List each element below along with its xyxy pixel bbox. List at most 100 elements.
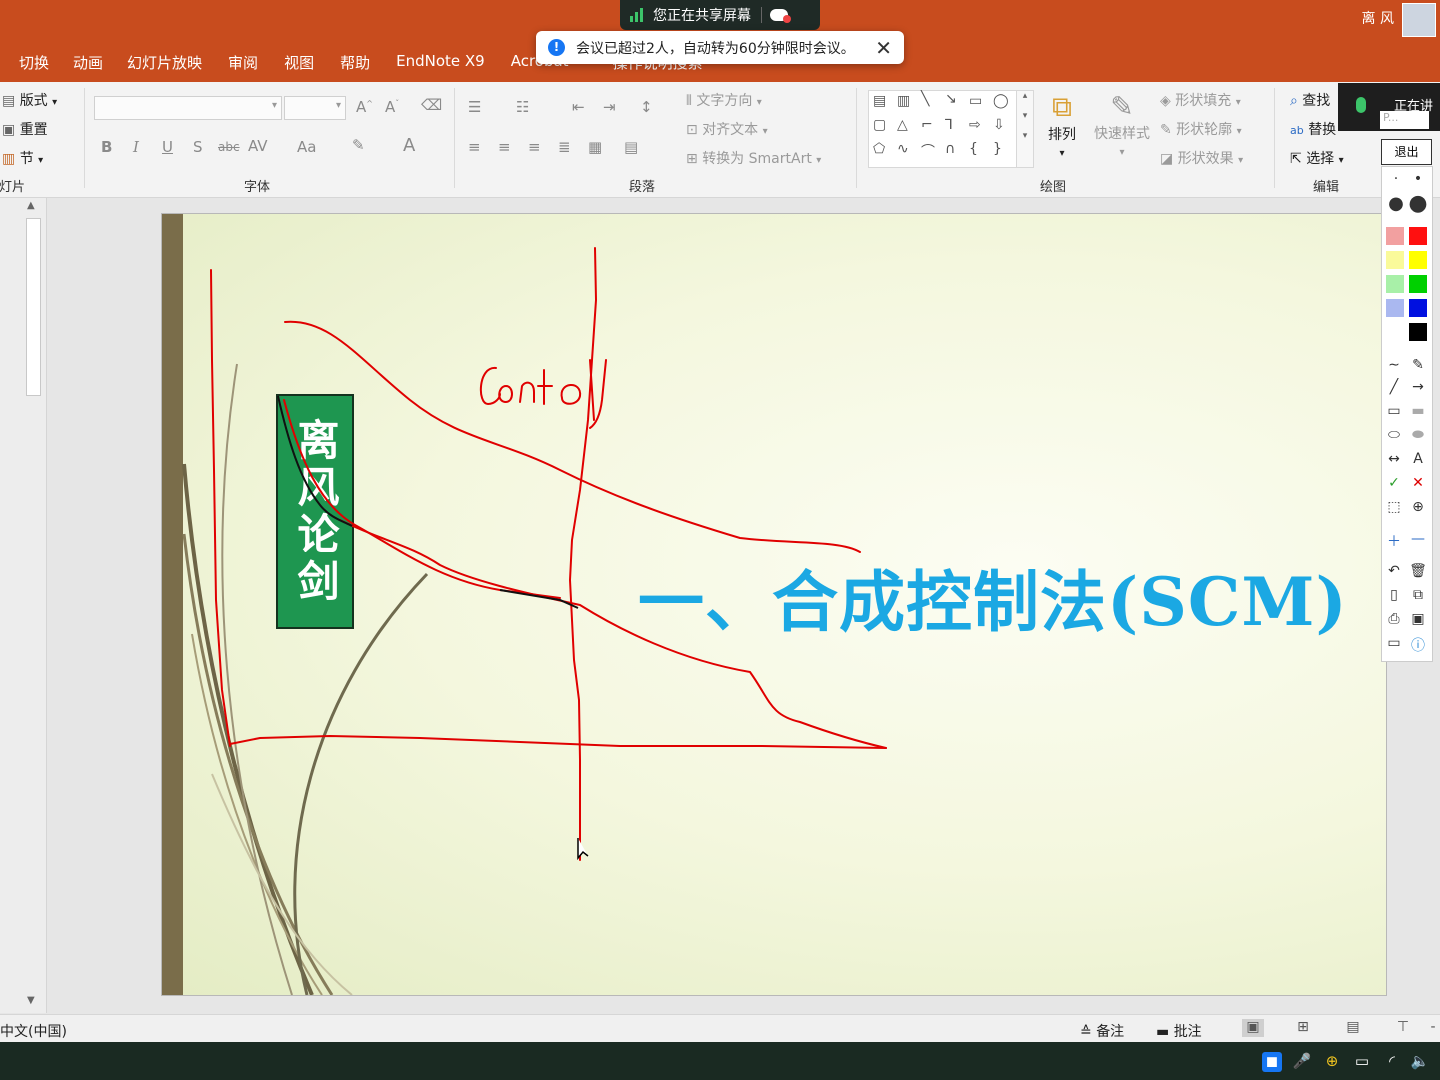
freehand-pen-icon[interactable]: ∼	[1384, 357, 1404, 373]
select-area-icon[interactable]: ⬚	[1384, 499, 1404, 515]
clear-format-icon[interactable]: ⌫	[421, 96, 442, 114]
speaker-panel[interactable]: 正在讲 P...	[1338, 83, 1440, 131]
minus-icon[interactable]: —	[1408, 531, 1428, 547]
oval-icon[interactable]: ◯	[993, 93, 1009, 109]
vertical-title-box[interactable]: 离风论剑	[276, 394, 354, 629]
text-tool-icon[interactable]: A	[1408, 451, 1428, 467]
filled-rectangle-icon[interactable]: ▬	[1408, 403, 1428, 419]
pen-size-xlarge-icon[interactable]: ●	[1408, 191, 1428, 216]
exit-button[interactable]: 退出	[1381, 139, 1432, 165]
swatch-light-blue[interactable]	[1386, 299, 1404, 317]
align-right-icon[interactable]: ≡	[528, 138, 541, 156]
swatch-light-green[interactable]	[1386, 275, 1404, 293]
shapes-gallery-scroll[interactable]: ▴ ▾ ▾	[1016, 90, 1034, 168]
slide-canvas[interactable]: 离风论剑 一、合成控制法(SCM)	[161, 213, 1387, 996]
plus-icon[interactable]: ＋	[1384, 531, 1404, 551]
save-icon[interactable]: ▣	[1408, 611, 1428, 627]
triangle-icon[interactable]: △	[897, 117, 908, 133]
select-button[interactable]: ⇱ 选择 ▾	[1290, 148, 1344, 168]
new-page-icon[interactable]: ▯	[1384, 587, 1404, 603]
cross-mark-icon[interactable]: ✕	[1408, 475, 1428, 491]
microphone-tray-icon[interactable]: 🎤	[1292, 1052, 1312, 1072]
print-icon[interactable]: ⎙	[1384, 611, 1404, 627]
text-direction-button[interactable]: ⫴ 文字方向 ▾	[686, 90, 762, 110]
cloud-record-icon[interactable]	[770, 9, 791, 23]
tab-slideshow[interactable]: 幻灯片放映	[127, 48, 202, 74]
swatch-green[interactable]	[1409, 275, 1427, 293]
grow-font-icon[interactable]: A^	[356, 98, 373, 116]
meeting-app-icon[interactable]: ◼	[1262, 1052, 1282, 1072]
underline-button[interactable]: U	[162, 138, 173, 156]
zoom-icon[interactable]: ⊕	[1408, 499, 1428, 515]
quick-styles-button[interactable]: ✎ 快速样式 ▾	[1090, 90, 1154, 170]
line-spacing-icon[interactable]: ↕	[640, 98, 653, 116]
align-center-icon[interactable]: ≡	[498, 138, 511, 156]
double-arrow-icon[interactable]: ↔	[1384, 451, 1404, 467]
elbow-connector-icon[interactable]: ⅂	[945, 117, 953, 133]
increase-indent-icon[interactable]: ⇥	[603, 98, 616, 116]
tab-view[interactable]: 视图	[284, 48, 314, 74]
pen-size-large-icon[interactable]: ●	[1386, 193, 1406, 214]
tab-endnote[interactable]: EndNote X9	[396, 48, 485, 74]
reset-button[interactable]: ▣ 重置	[2, 119, 48, 139]
shrink-font-icon[interactable]: Aˇ	[385, 98, 399, 116]
align-text-button[interactable]: ⊡ 对齐文本 ▾	[686, 119, 768, 139]
curve-icon[interactable]: ∩	[945, 141, 955, 157]
thumbnail-scrollbar[interactable]: ▲ ▼	[24, 200, 41, 1010]
comments-button[interactable]: ▬ 批注	[1156, 1021, 1202, 1041]
char-spacing-button[interactable]: AV	[248, 137, 268, 155]
shape-fill-button[interactable]: ◈ 形状填充 ▾	[1160, 90, 1241, 110]
zoom-slider[interactable]: -	[1426, 1019, 1440, 1037]
slide-sorter-icon[interactable]: ⊞	[1292, 1019, 1314, 1037]
highlight-icon[interactable]: ✎	[352, 136, 365, 154]
normal-view-icon[interactable]: ▣	[1242, 1019, 1264, 1037]
rounded-rect-icon[interactable]: ▢	[873, 117, 886, 133]
microphone-icon[interactable]	[1356, 97, 1366, 113]
connector-icon[interactable]: ⌐	[921, 117, 933, 133]
numbering-icon[interactable]: ☷	[516, 98, 529, 116]
pen-size-medium-icon[interactable]: •	[1408, 171, 1428, 187]
filled-ellipse-icon[interactable]: ⬬	[1408, 427, 1428, 443]
shapes-gallery[interactable]: ▤ ▥ ╲ ↘ ▭ ◯ ▢ △ ⌐ ⅂ ⇨ ⇩ ⬠ ∿ ⌒ ∩ { }	[868, 90, 1018, 168]
find-button[interactable]: ⌕ 查找	[1290, 90, 1330, 110]
section-button[interactable]: ▥ 节 ▾	[2, 148, 43, 168]
bold-button[interactable]: B	[101, 138, 112, 156]
avatar[interactable]	[1402, 3, 1436, 37]
align-left-icon[interactable]: ≡	[468, 138, 481, 156]
swatch-yellow[interactable]	[1409, 251, 1427, 269]
mini-preview[interactable]: P...	[1380, 111, 1429, 129]
line-tool-icon[interactable]: ╱	[1384, 379, 1404, 395]
undo-icon[interactable]: ↶	[1384, 563, 1404, 579]
italic-button[interactable]: I	[133, 138, 139, 156]
slide-heading[interactable]: 一、合成控制法(SCM)	[638, 549, 1348, 645]
tab-review[interactable]: 审阅	[228, 48, 258, 74]
swatch-light-yellow[interactable]	[1386, 251, 1404, 269]
distribute-icon[interactable]: ▦	[588, 138, 602, 156]
slideshow-view-icon[interactable]: ⊤	[1392, 1019, 1414, 1037]
font-size-select[interactable]	[284, 96, 346, 120]
arrange-button[interactable]: ⧉ 排列 ▾	[1042, 90, 1082, 170]
arrow-tool-icon[interactable]: →	[1408, 379, 1428, 395]
scroll-down-icon[interactable]: ▼	[27, 995, 35, 1006]
textbox-icon[interactable]: ▤	[873, 93, 886, 109]
vertical-textbox-icon[interactable]: ▥	[897, 93, 910, 109]
checkmark-icon[interactable]: ✓	[1384, 475, 1404, 491]
swatch-red[interactable]	[1409, 227, 1427, 245]
arc-icon[interactable]: ⌒	[921, 141, 935, 161]
left-brace-icon[interactable]: {	[969, 141, 978, 157]
decrease-indent-icon[interactable]: ⇤	[572, 98, 585, 116]
swatch-blue[interactable]	[1409, 299, 1427, 317]
swatch-black[interactable]	[1409, 323, 1427, 341]
wifi-icon[interactable]: ◜	[1382, 1052, 1402, 1072]
highlighter-icon[interactable]: ✎	[1408, 357, 1428, 373]
close-icon[interactable]: ✕	[875, 38, 892, 58]
arrow-line-icon[interactable]: ↘	[945, 91, 957, 107]
info-circle-icon[interactable]: ⓘ	[1408, 635, 1428, 655]
smartart-button[interactable]: ⊞ 转换为 SmartArt ▾	[686, 148, 821, 168]
rectangle-icon[interactable]: ▭	[969, 93, 982, 109]
copy-icon[interactable]: ⧉	[1408, 587, 1428, 603]
ellipse-tool-icon[interactable]: ⬭	[1384, 427, 1404, 443]
tab-transitions[interactable]: 切换	[19, 48, 49, 74]
down-arrow-icon[interactable]: ⇩	[993, 117, 1005, 133]
text-shadow-button[interactable]: S	[193, 138, 203, 156]
